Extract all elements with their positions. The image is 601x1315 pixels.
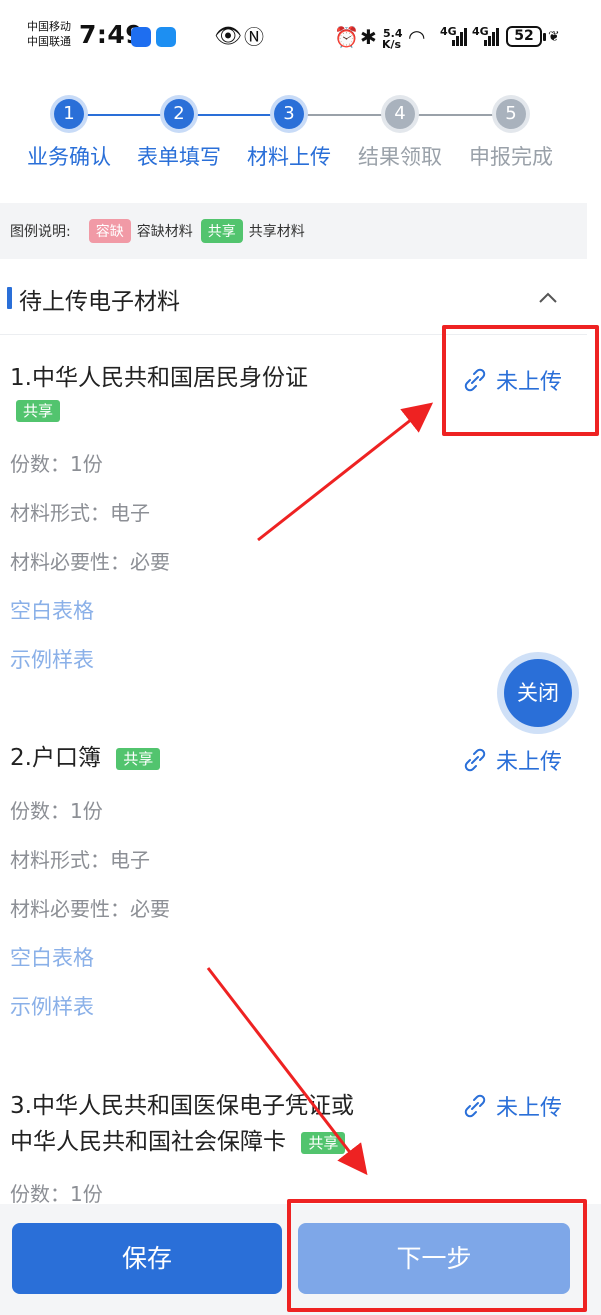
- step-1: 1 业务确认: [14, 95, 124, 171]
- material-copies: 份数：1份: [10, 1182, 103, 1206]
- material-item-3: 3.中华人民共和国医保电子凭证或 中华人民共和国社会保障卡 共享 未上传 份数：…: [0, 1090, 587, 1206]
- close-fab[interactable]: 关闭: [497, 652, 579, 734]
- legend-title: 图例说明:: [10, 224, 71, 240]
- carrier-1: 中国移动: [27, 20, 71, 33]
- link-icon: [464, 1094, 486, 1118]
- signal-2-icon: [484, 28, 499, 46]
- material-title: 2.户口簿: [10, 745, 101, 771]
- material-copies: 份数：1份: [10, 799, 103, 823]
- step-3: 3 材料上传: [234, 95, 344, 171]
- missing-tag: 容缺: [88, 219, 131, 243]
- shared-tag: 共享: [116, 747, 161, 770]
- shared-label: 共享材料: [248, 224, 305, 240]
- blank-form-link[interactable]: 空白表格: [10, 942, 94, 972]
- step-label: 业务确认: [27, 145, 111, 169]
- material-necessity: 材料必要性：必要: [10, 897, 170, 921]
- sample-link[interactable]: 示例样表: [10, 644, 94, 674]
- step-number: 2: [164, 99, 194, 129]
- material-title: 1.中华人民共和国居民身份证: [10, 365, 308, 391]
- signal-1-icon: [452, 28, 467, 46]
- step-label: 材料上传: [247, 145, 331, 169]
- legend-bar: 图例说明: 容缺 容缺材料 共享 共享材料: [0, 203, 587, 259]
- wifi-icon: ◠: [408, 25, 426, 49]
- chevron-up-icon[interactable]: [537, 287, 559, 309]
- section-title: 待上传电子材料: [19, 289, 180, 315]
- eye-icon: 👁: [214, 24, 242, 49]
- app-notification-icon-2: [156, 27, 176, 47]
- carrier-names: 中国移动 中国联通: [27, 19, 71, 49]
- material-title-row: 2.户口簿 共享: [10, 742, 161, 774]
- material-title-line-1: 3.中华人民共和国医保电子凭证或: [10, 1093, 354, 1119]
- app-notification-icon: [131, 27, 151, 47]
- carrier-2: 中国联通: [27, 35, 71, 48]
- step-number: 1: [54, 99, 84, 129]
- net-speed-unit: K/s: [382, 38, 402, 51]
- missing-label: 容缺材料: [136, 224, 193, 240]
- shared-tag: 共享: [301, 1131, 346, 1154]
- material-copies: 份数：1份: [10, 452, 103, 476]
- material-form: 材料形式：电子: [10, 501, 150, 525]
- step-label: 结果领取: [358, 145, 442, 169]
- progress-stepper: 1 业务确认 2 表单填写 3 材料上传 4 结果领取 5 申报完成: [0, 95, 601, 185]
- step-label: 申报完成: [469, 145, 553, 169]
- step-5: 5 申报完成: [456, 95, 566, 171]
- app-screen: 中国移动 中国联通 7:49 👁 Ⓝ ⏰ ✱ 5.4 K/s ◠ 4G 4G 5…: [0, 0, 601, 1315]
- link-icon: [464, 748, 486, 772]
- save-button[interactable]: 保存: [12, 1223, 282, 1294]
- material-title-line-2-row: 中华人民共和国社会保障卡 共享: [10, 1126, 346, 1158]
- section-accent-bar: [7, 287, 12, 309]
- upload-status-link[interactable]: 未上传: [462, 744, 562, 776]
- upload-status-text: 未上传: [496, 750, 563, 775]
- nfc-icon: Ⓝ: [244, 25, 264, 49]
- step-4: 4 结果领取: [345, 95, 455, 171]
- annotation-highlight-next: [287, 1199, 587, 1312]
- close-button[interactable]: 关闭: [504, 659, 572, 727]
- material-form: 材料形式：电子: [10, 848, 150, 872]
- shared-tag: 共享: [200, 219, 243, 243]
- bluetooth-icon: ✱: [360, 25, 377, 49]
- step-label: 表单填写: [137, 145, 221, 169]
- step-number: 4: [385, 99, 415, 129]
- upload-status-link[interactable]: 未上传: [462, 1090, 562, 1122]
- blank-form-link[interactable]: 空白表格: [10, 595, 94, 625]
- sample-link[interactable]: 示例样表: [10, 991, 94, 1021]
- battery-indicator: 52: [506, 26, 546, 47]
- step-2: 2 表单填写: [124, 95, 234, 171]
- material-item-2: 2.户口簿 共享 未上传 份数：1份 材料形式：电子 材料必要性：必要 空白表格…: [0, 742, 587, 1032]
- status-bar: 中国移动 中国联通 7:49 👁 Ⓝ ⏰ ✱ 5.4 K/s ◠ 4G 4G 5…: [0, 0, 601, 80]
- material-necessity: 材料必要性：必要: [10, 550, 170, 574]
- material-title-line-2: 中华人民共和国社会保障卡: [10, 1129, 286, 1155]
- step-number: 3: [274, 99, 304, 129]
- annotation-highlight-upload: [442, 325, 599, 436]
- alarm-icon: ⏰: [334, 25, 359, 49]
- upload-status-text: 未上传: [496, 1096, 563, 1121]
- step-number: 5: [496, 99, 526, 129]
- shared-tag: 共享: [16, 400, 61, 422]
- charging-leaf-icon: ❦: [548, 29, 560, 45]
